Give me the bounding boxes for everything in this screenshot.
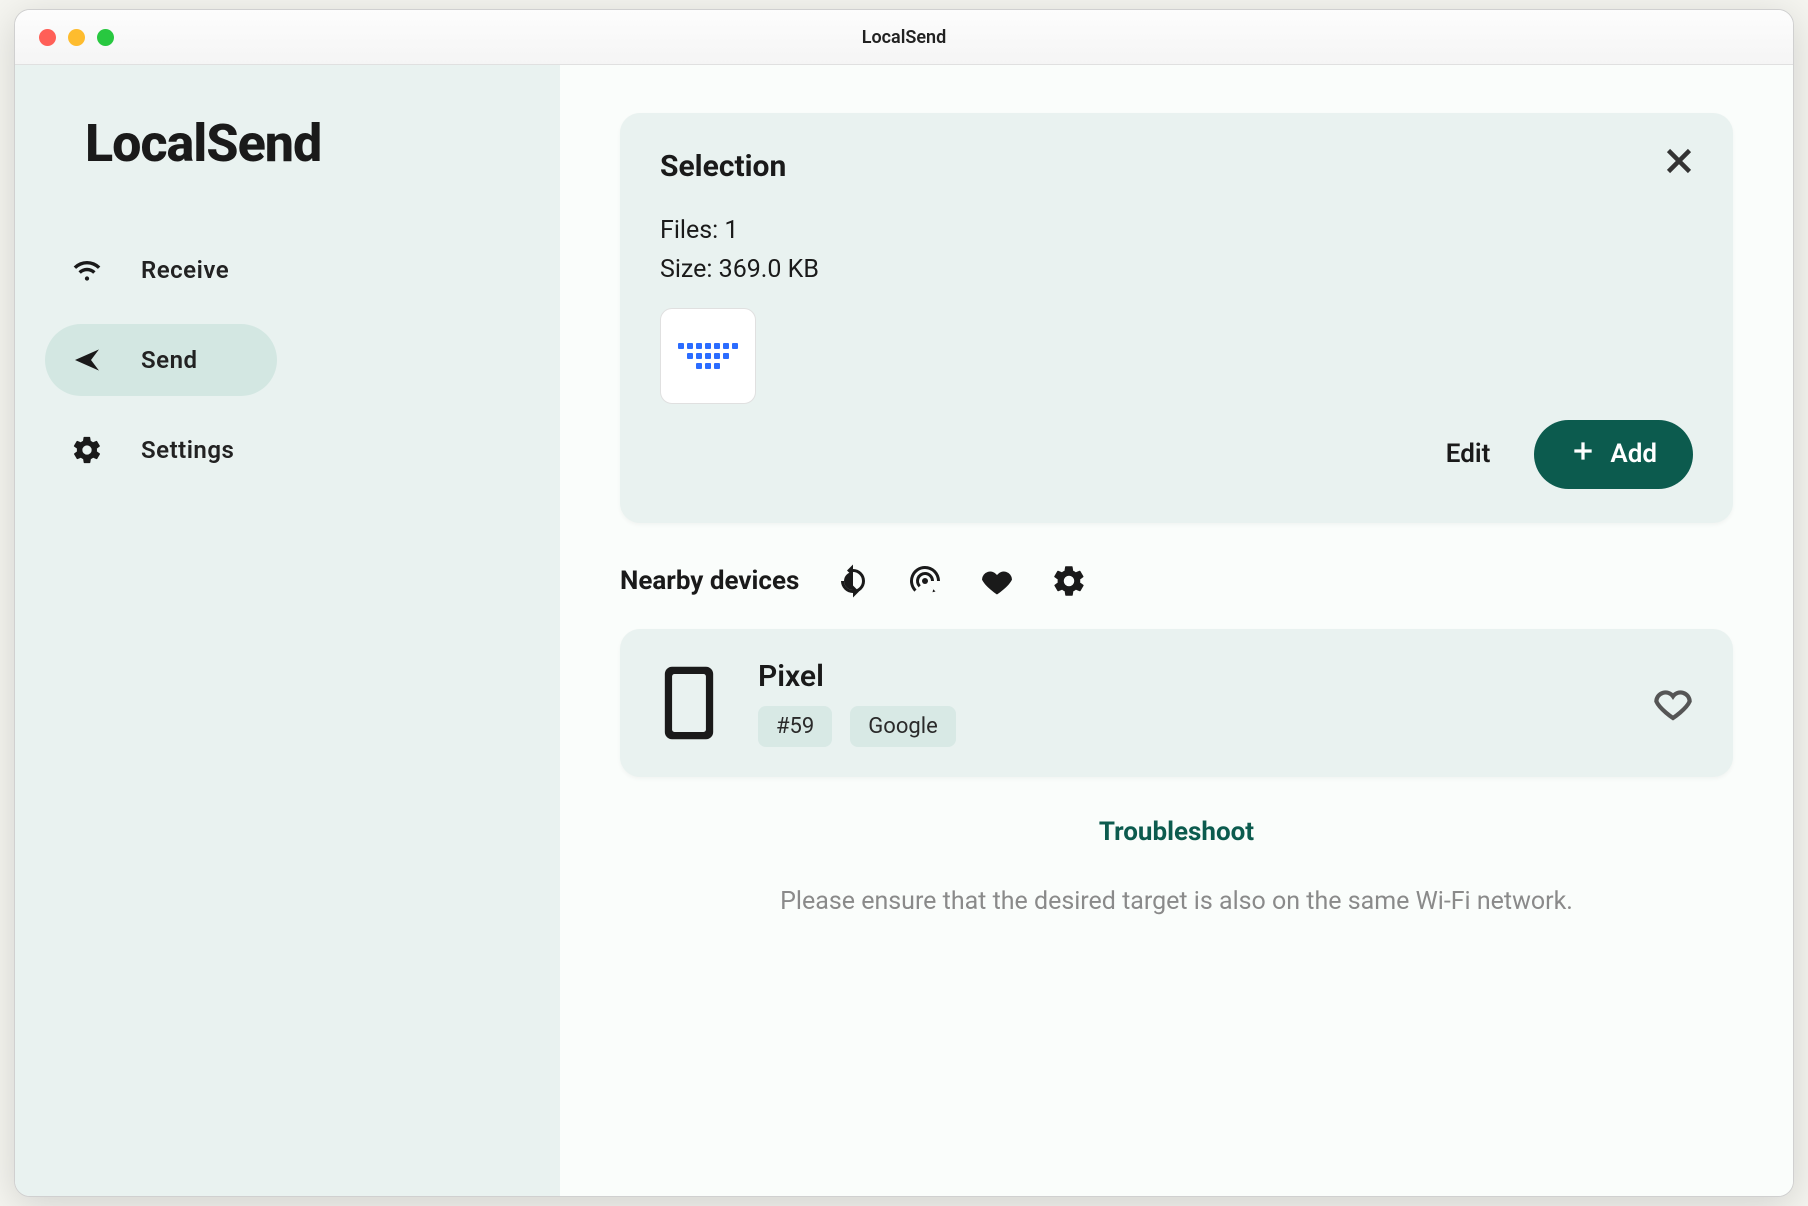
files-count: Files: 1 [660, 212, 1693, 251]
window-title: LocalSend [15, 27, 1793, 48]
selection-meta: Files: 1 Size: 369.0 KB [660, 212, 1693, 290]
network-hint: Please ensure that the desired target is… [620, 887, 1733, 916]
sidebar-item-settings[interactable]: Settings [45, 414, 530, 486]
app-window: LocalSend LocalSend Receive Send [14, 9, 1794, 1197]
nearby-header: Nearby devices [620, 563, 1733, 599]
minimize-window-button[interactable] [68, 29, 85, 46]
send-icon [71, 344, 103, 376]
plus-icon [1570, 438, 1596, 471]
gear-icon [71, 434, 103, 466]
sidebar-item-label: Send [141, 346, 197, 374]
device-card[interactable]: Pixel #59 Google [620, 629, 1733, 777]
titlebar: LocalSend [15, 10, 1793, 65]
close-window-button[interactable] [39, 29, 56, 46]
window-controls [15, 29, 114, 46]
wifi-icon [71, 254, 103, 286]
nearby-label: Nearby devices [620, 566, 799, 596]
main-content: Selection Files: 1 Size: 369.0 KB Edit [560, 65, 1793, 1196]
device-badges: #59 Google [758, 706, 1613, 747]
selection-card: Selection Files: 1 Size: 369.0 KB Edit [620, 113, 1733, 523]
device-name: Pixel [758, 659, 1613, 694]
device-id-badge: #59 [758, 706, 832, 747]
sidebar-item-label: Settings [141, 436, 234, 464]
app-name: LocalSend [45, 113, 530, 174]
close-icon[interactable] [1661, 143, 1697, 179]
files-size: Size: 369.0 KB [660, 251, 1693, 290]
troubleshoot-link[interactable]: Troubleshoot [620, 817, 1733, 847]
heart-outline-icon[interactable] [1653, 683, 1693, 723]
app-body: LocalSend Receive Send Settings [15, 65, 1793, 1196]
edit-button[interactable]: Edit [1446, 439, 1491, 469]
selection-actions: Edit Add [660, 420, 1693, 489]
scan-icon[interactable] [907, 563, 943, 599]
sidebar-item-receive[interactable]: Receive [45, 234, 530, 306]
refresh-icon[interactable] [835, 563, 871, 599]
settings-icon[interactable] [1051, 563, 1087, 599]
selection-title: Selection [660, 149, 1693, 184]
sidebar-item-label: Receive [141, 256, 229, 284]
phone-icon [660, 664, 718, 742]
sidebar-item-send[interactable]: Send [45, 324, 277, 396]
file-thumbnail[interactable] [660, 308, 756, 404]
device-vendor-badge: Google [850, 706, 955, 747]
add-button[interactable]: Add [1534, 420, 1693, 489]
favorites-icon[interactable] [979, 563, 1015, 599]
device-info: Pixel #59 Google [758, 659, 1613, 747]
fullscreen-window-button[interactable] [97, 29, 114, 46]
add-button-label: Add [1610, 439, 1657, 469]
sidebar: LocalSend Receive Send Settings [15, 65, 560, 1196]
